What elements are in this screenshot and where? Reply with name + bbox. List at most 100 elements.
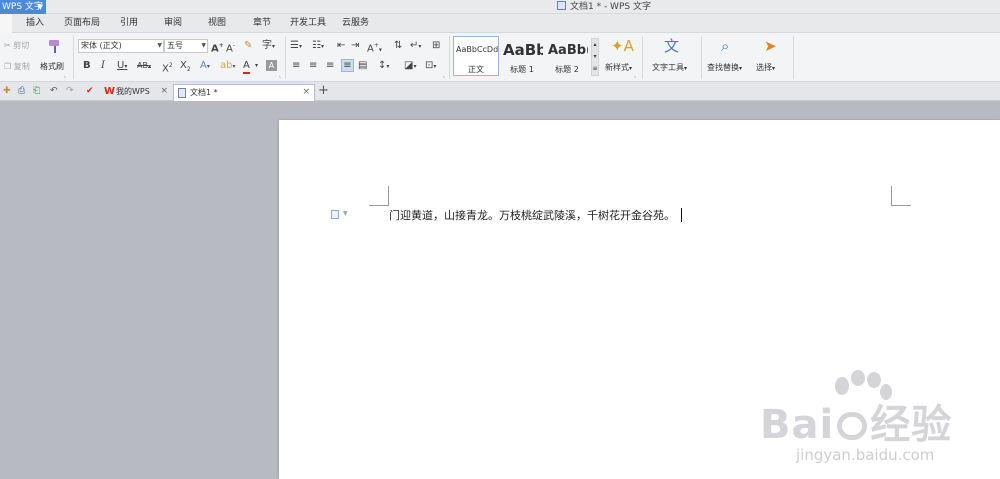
tab-start[interactable] bbox=[0, 14, 12, 33]
window-title: 文档1 * - WPS 文字 bbox=[557, 0, 651, 14]
chevron-down-icon[interactable]: ▾ bbox=[255, 60, 258, 72]
document-icon bbox=[178, 88, 186, 98]
style-normal[interactable]: AaBbCcDd 正文 bbox=[453, 36, 499, 76]
print-icon[interactable]: ⎙ bbox=[18, 86, 28, 96]
show-marks-icon[interactable]: ↵▾ bbox=[410, 40, 421, 53]
char-shading-icon[interactable]: A bbox=[266, 60, 277, 71]
cursor-arrow-icon[interactable]: ➤ bbox=[764, 37, 777, 55]
distributed-icon[interactable]: ▤ bbox=[358, 60, 367, 72]
line-spacing-icon[interactable]: ↕▾ bbox=[378, 60, 389, 73]
doc-tab-label: 文档1 * bbox=[190, 88, 218, 97]
style-heading-2[interactable]: AaBb( 标题 2 bbox=[545, 36, 589, 76]
new-style-button[interactable]: 新样式▾ bbox=[605, 62, 632, 73]
new-document-icon[interactable]: ✚ bbox=[3, 86, 13, 96]
superscript-icon[interactable]: X2 bbox=[162, 60, 173, 75]
close-icon[interactable]: × bbox=[160, 84, 168, 99]
find-replace-label: 查找替换 bbox=[707, 63, 739, 72]
title-bar: WPS 文字 ▼ 文档1 * - WPS 文字 bbox=[0, 0, 1000, 14]
group-launcher-icon[interactable]: ⌞ bbox=[634, 73, 636, 79]
group-launcher-icon[interactable]: ⌞ bbox=[279, 73, 281, 79]
new-style-label: 新样式 bbox=[605, 63, 629, 72]
shrink-font-icon[interactable]: A- bbox=[226, 40, 235, 55]
copy-button[interactable]: ❐ 复制 bbox=[4, 61, 30, 72]
select-button[interactable]: 选择▾ bbox=[756, 62, 775, 73]
scissors-icon: ✂ bbox=[4, 41, 11, 50]
text-effect-icon[interactable]: A▾ bbox=[200, 60, 210, 73]
strikethrough-icon[interactable]: AB▾ bbox=[137, 60, 151, 73]
table-icon[interactable]: ⊞ bbox=[432, 40, 440, 52]
tab-page-layout[interactable]: 页面布局 bbox=[64, 14, 100, 33]
bullet-list-icon[interactable]: ☰▾ bbox=[290, 40, 302, 53]
tab-insert[interactable]: 插入 bbox=[26, 14, 44, 33]
tab-view[interactable]: 视图 bbox=[208, 14, 226, 33]
cut-button[interactable]: ✂ 剪切 bbox=[4, 40, 29, 51]
highlight-icon[interactable]: ab▾ bbox=[220, 60, 236, 73]
text-tools-icon[interactable]: 文 bbox=[664, 37, 679, 55]
paragraph-icon[interactable] bbox=[331, 210, 339, 219]
shading-icon[interactable]: ◪▾ bbox=[404, 60, 416, 73]
doc-tab-document1[interactable]: 文档1 * × bbox=[173, 84, 315, 101]
phonetic-guide-icon[interactable]: 字▾ bbox=[262, 40, 275, 53]
align-right-icon[interactable]: ≡ bbox=[326, 60, 334, 72]
copy-label: 复制 bbox=[13, 62, 30, 71]
borders-icon[interactable]: ⊡▾ bbox=[425, 60, 436, 73]
document-tab-bar: ✚ ⎙ ⎗ ↶ ↷ ✔ W 我的WPS × 文档1 * × + bbox=[0, 82, 1000, 101]
tab-cloud-services[interactable]: 云服务 bbox=[342, 14, 369, 33]
paragraph-text: 门迎黄道，山接青龙。万枝桃绽武陵溪，千树花开金谷苑。 bbox=[389, 209, 675, 222]
font-size-select[interactable]: 五号 ▼ bbox=[164, 39, 208, 53]
clear-format-icon[interactable]: ✎ bbox=[244, 40, 252, 52]
numbered-list-icon[interactable]: ☷▾ bbox=[312, 40, 324, 53]
doc-tab-my-wps[interactable]: W 我的WPS × bbox=[100, 84, 172, 101]
style-heading-1[interactable]: AaBb 标题 1 bbox=[500, 36, 544, 76]
watermark-brand: Bai 经验 bbox=[760, 392, 952, 450]
print-preview-icon[interactable]: ⎗ bbox=[33, 86, 43, 96]
new-tab-icon[interactable]: + bbox=[318, 84, 329, 98]
watermark-brand-cn: 经验 bbox=[870, 402, 953, 448]
decrease-indent-icon[interactable]: ⇤ bbox=[337, 40, 345, 52]
close-icon[interactable]: × bbox=[302, 85, 310, 100]
styles-scroll[interactable]: ▴ ▾ ≡ bbox=[591, 38, 599, 76]
group-launcher-icon[interactable]: ⌞ bbox=[64, 73, 66, 79]
font-color-icon[interactable]: A bbox=[243, 60, 250, 74]
align-center-icon[interactable]: ≡ bbox=[309, 60, 317, 72]
margin-corner-top-left bbox=[369, 186, 389, 206]
undo-icon[interactable]: ↶ bbox=[50, 86, 60, 96]
document-body-text[interactable]: 门迎黄道，山接青龙。万枝桃绽武陵溪，千树花开金谷苑。 bbox=[389, 207, 682, 223]
cut-label: 剪切 bbox=[13, 41, 30, 50]
underline-icon[interactable]: U▾ bbox=[117, 60, 127, 73]
tab-chapter[interactable]: 章节 bbox=[253, 14, 271, 33]
bold-icon[interactable]: B bbox=[83, 60, 91, 72]
divider bbox=[285, 36, 286, 79]
chevron-down-icon: ▼ bbox=[157, 42, 162, 49]
sort-icon[interactable]: ⇅ bbox=[394, 40, 402, 52]
align-left-icon[interactable]: ≡ bbox=[292, 60, 300, 72]
italic-icon[interactable]: I bbox=[101, 60, 105, 72]
redo-icon[interactable]: ↷ bbox=[66, 86, 76, 96]
chevron-down-icon: ▼ bbox=[37, 3, 43, 11]
app-menu-button[interactable]: WPS 文字 ▼ bbox=[0, 0, 46, 14]
tab-review[interactable]: 审阅 bbox=[164, 14, 182, 33]
margin-corner-top-right bbox=[891, 186, 911, 206]
text-tools-button[interactable]: 文字工具▾ bbox=[652, 62, 687, 73]
find-replace-button[interactable]: 查找替换▾ bbox=[707, 62, 742, 73]
new-style-icon[interactable]: ✦A bbox=[611, 37, 634, 55]
find-replace-icon[interactable]: ⌕ bbox=[721, 37, 729, 55]
window-title-text: 文档1 * - WPS 文字 bbox=[570, 2, 651, 12]
format-painter-button[interactable] bbox=[42, 38, 68, 56]
pin-icon[interactable]: ✔ bbox=[86, 86, 96, 96]
justify-icon[interactable]: ≡ bbox=[341, 59, 354, 72]
chevron-down-icon[interactable]: ▼ bbox=[343, 210, 348, 217]
divider bbox=[701, 36, 702, 79]
font-name-value: 宋体 (正文) bbox=[81, 41, 122, 50]
format-painter-label: 格式刷 bbox=[40, 62, 64, 71]
group-launcher-icon[interactable]: ⌞ bbox=[443, 73, 445, 79]
increase-indent-icon[interactable]: ⇥ bbox=[351, 40, 359, 52]
font-name-select[interactable]: 宋体 (正文) ▼ bbox=[78, 39, 164, 53]
subscript-icon[interactable]: X2 bbox=[180, 60, 191, 76]
text-direction-icon[interactable]: A+▾ bbox=[367, 40, 382, 56]
chevron-down-icon: ▼ bbox=[201, 42, 206, 49]
grow-font-icon[interactable]: A+ bbox=[211, 40, 224, 55]
font-size-value: 五号 bbox=[167, 41, 183, 50]
tab-developer[interactable]: 开发工具 bbox=[290, 14, 326, 33]
tab-references[interactable]: 引用 bbox=[120, 14, 138, 33]
